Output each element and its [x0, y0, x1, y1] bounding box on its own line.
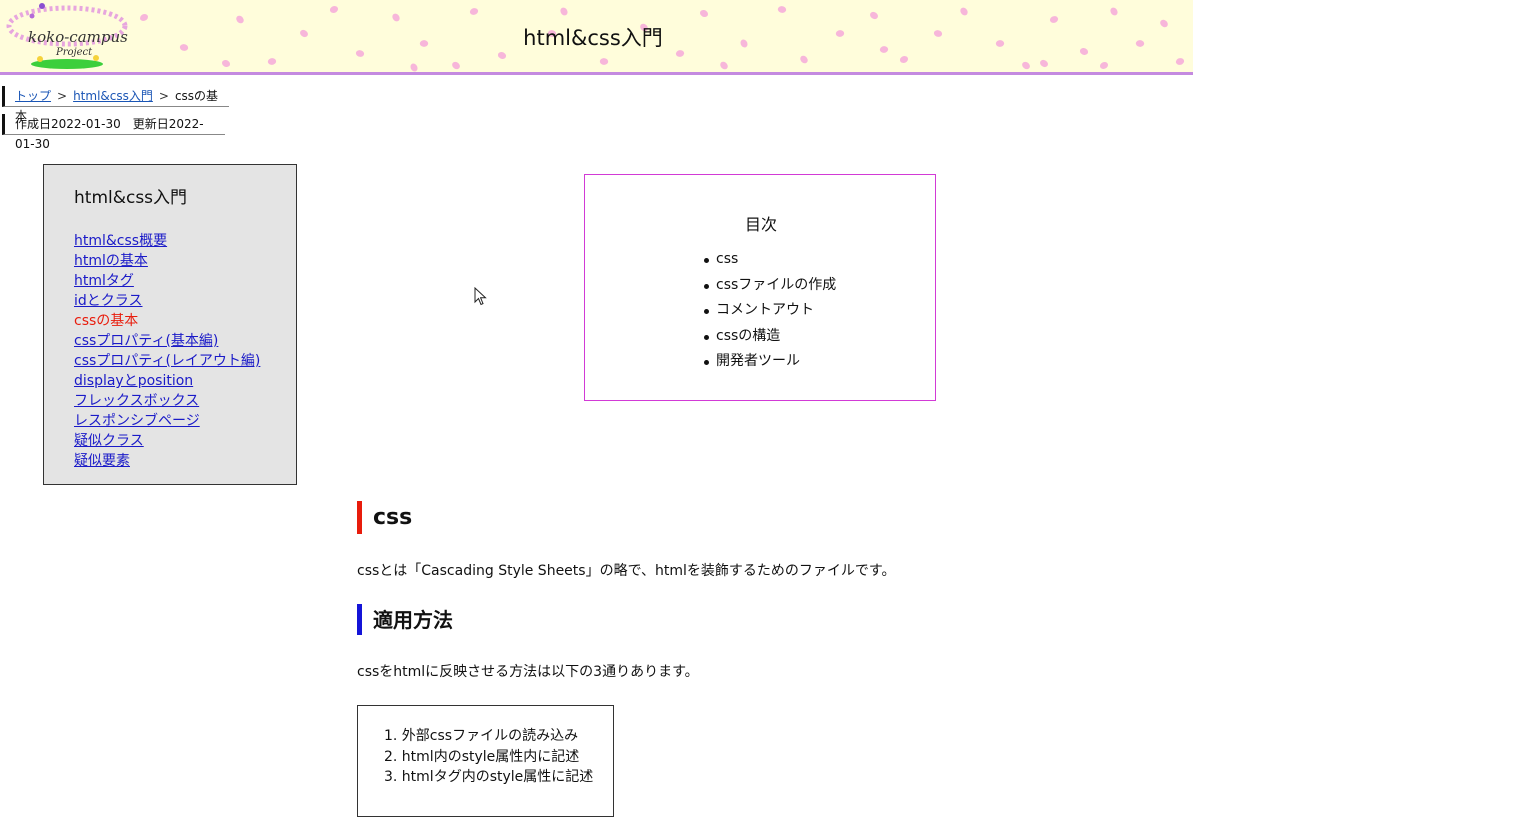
mouse-cursor-icon — [474, 287, 487, 306]
apply-method-item: 2. html内のstyle属性内に記述 — [384, 748, 580, 765]
petal-decoration — [410, 63, 418, 72]
apply-methods-box: 1. 外部cssファイルの読み込み 2. html内のstyle属性内に記述 3… — [357, 705, 614, 817]
table-of-contents: 目次 css cssファイルの作成 コメントアウト cssの構造 開発者ツール — [584, 174, 936, 401]
breadcrumb-link-html-css[interactable]: html&css入門 — [73, 89, 153, 103]
breadcrumb-separator: > — [158, 89, 169, 103]
petal-decoration — [560, 7, 568, 16]
petal-decoration — [267, 56, 277, 67]
sidenav-link-responsive[interactable]: レスポンシブページ — [74, 413, 200, 429]
sidenav-link-overview[interactable]: html&css概要 — [74, 233, 167, 249]
toc-item[interactable]: cssの構造 — [703, 324, 836, 350]
breadcrumb-separator: > — [57, 89, 68, 103]
apply-method-description: cssをhtmlに反映させる方法は以下の3通りあります。 — [357, 664, 699, 680]
css-description: cssとは「Cascading Style Sheets」の略で、htmlを装飾… — [357, 563, 896, 579]
sidenav-link-display-position[interactable]: displayとposition — [74, 373, 193, 389]
sidenav-list: html&css概要 htmlの基本 htmlタグ idとクラス cssの基本 … — [74, 231, 260, 471]
toc-item[interactable]: cssファイルの作成 — [703, 273, 836, 299]
petal-decoration — [868, 10, 880, 21]
petal-decoration — [1110, 7, 1118, 16]
toc-list: css cssファイルの作成 コメントアウト cssの構造 開発者ツール — [703, 247, 836, 375]
toc-item[interactable]: css — [703, 247, 836, 273]
petal-decoration — [329, 5, 339, 14]
sidenav-item: cssプロパティ(レイアウト編) — [74, 351, 260, 371]
sidenav-link-flexbox[interactable]: フレックスボックス — [74, 393, 199, 409]
petal-decoration — [776, 4, 788, 15]
sidenav-item: 疑似クラス — [74, 431, 260, 451]
sidenav-item: htmlの基本 — [74, 251, 260, 271]
sidenav-item: cssプロパティ(基本編) — [74, 331, 260, 351]
sidenav-item: html&css概要 — [74, 231, 260, 251]
apply-method-item: 3. htmlタグ内のstyle属性に記述 — [384, 769, 594, 785]
petal-decoration — [959, 6, 969, 17]
created-date: 作成日2022-01-30 — [15, 117, 121, 131]
toc-title: 目次 — [744, 215, 777, 234]
sidenav-item: レスポンシブページ — [74, 411, 260, 431]
petal-decoration — [220, 58, 232, 69]
sidenav-item: idとクラス — [74, 291, 260, 311]
petal-decoration — [598, 56, 610, 67]
apply-methods-list: 1. 外部cssファイルの読み込み 2. html内のstyle属性内に記述 3… — [384, 726, 593, 788]
section-heading-css: css — [357, 501, 412, 534]
sidenav-link-css-props-basic[interactable]: cssプロパティ(基本編) — [74, 333, 218, 349]
petal-decoration — [451, 60, 461, 71]
petal-decoration — [140, 14, 148, 21]
toc-item[interactable]: コメントアウト — [703, 298, 836, 324]
sidenav-item: 疑似要素 — [74, 451, 260, 471]
section-heading-apply-method: 適用方法 — [357, 604, 453, 635]
petal-decoration — [469, 7, 479, 16]
site-title: html&css入門 — [523, 26, 663, 50]
sidenav-item: フレックスボックス — [74, 391, 260, 411]
sidenav-title: html&css入門 — [74, 188, 188, 208]
page-dates: 作成日2022-01-30 更新日2022-01-30 — [2, 114, 225, 151]
petal-decoration — [1038, 58, 1050, 69]
petal-decoration — [698, 8, 710, 19]
petal-decoration — [391, 12, 401, 23]
sidenav-link-html-tags[interactable]: htmlタグ — [74, 273, 134, 289]
petal-decoration — [799, 54, 809, 65]
breadcrumb: トップ > html&css入門 > cssの基本 — [2, 86, 229, 123]
petal-decoration — [719, 60, 729, 71]
petal-decoration — [1021, 60, 1031, 71]
sidenav-item: htmlタグ — [74, 271, 260, 291]
site-header: koko-campus Project html&css入門 — [0, 0, 1193, 75]
petal-decoration — [1099, 61, 1109, 70]
sidenav-link-id-class[interactable]: idとクラス — [74, 293, 143, 309]
sidenav-link-pseudo-class[interactable]: 疑似クラス — [74, 433, 144, 449]
apply-method-item: 1. 外部cssファイルの読み込み — [384, 728, 579, 744]
sidenav-link-pseudo-element[interactable]: 疑似要素 — [74, 453, 130, 469]
sidenav-link-html-basics[interactable]: htmlの基本 — [74, 253, 148, 269]
petal-decoration — [899, 55, 909, 64]
petal-decoration — [1175, 57, 1185, 66]
sidenav-item: displayとposition — [74, 371, 260, 391]
toc-item[interactable]: 開発者ツール — [703, 349, 836, 375]
side-navigation: html&css入門 html&css概要 htmlの基本 htmlタグ idと… — [43, 164, 297, 485]
breadcrumb-link-top[interactable]: トップ — [15, 89, 51, 103]
sidenav-item-current: cssの基本 — [74, 313, 139, 329]
sidenav-link-css-props-layout[interactable]: cssプロパティ(レイアウト編) — [74, 353, 260, 369]
